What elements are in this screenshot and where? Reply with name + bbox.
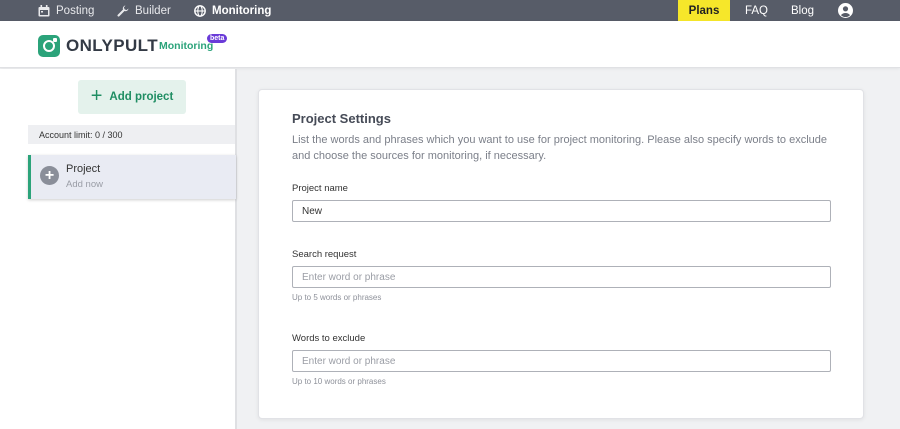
- nav-faq[interactable]: FAQ: [745, 0, 768, 21]
- page-title: Project Settings: [292, 111, 391, 126]
- add-project-button[interactable]: + Add project: [78, 80, 186, 114]
- camera-logo-icon: [38, 35, 60, 57]
- project-sidebar: + Add project Account limit: 0 / 300 + P…: [0, 69, 237, 429]
- user-account-icon[interactable]: [838, 3, 853, 18]
- words-to-exclude-input[interactable]: [292, 350, 831, 372]
- nav-posting[interactable]: Posting: [38, 0, 94, 21]
- plus-icon: +: [90, 85, 103, 107]
- project-settings-card: Project Settings List the words and phra…: [258, 89, 864, 419]
- words-to-exclude-hint: Up to 10 words or phrases: [292, 377, 386, 386]
- project-item-subtitle: Add now: [66, 179, 103, 190]
- calendar-icon: [38, 4, 50, 16]
- nav-builder[interactable]: Builder: [117, 0, 171, 21]
- globe-icon: [194, 4, 206, 17]
- app-header: ONLYPULT Monitoring beta: [0, 21, 900, 68]
- add-circle-icon: +: [40, 166, 59, 185]
- nav-blog[interactable]: Blog: [791, 0, 814, 21]
- onlypult-logo[interactable]: ONLYPULT: [38, 35, 158, 57]
- nav-builder-label: Builder: [135, 4, 171, 17]
- top-nav-bar: Posting Builder Monitoring Plans FAQ Blo…: [0, 0, 900, 21]
- project-name-input[interactable]: [292, 200, 831, 222]
- beta-badge: beta: [207, 34, 228, 43]
- project-item-title: Project: [66, 163, 101, 175]
- search-request-hint: Up to 5 words or phrases: [292, 293, 382, 302]
- account-limit: Account limit: 0 / 300: [28, 125, 235, 144]
- project-name-label: Project name: [292, 183, 348, 194]
- search-request-input[interactable]: [292, 266, 831, 288]
- project-list-item[interactable]: + Project Add now: [28, 155, 236, 199]
- words-to-exclude-label: Words to exclude: [292, 333, 366, 344]
- logo-text: ONLYPULT: [66, 36, 158, 55]
- nav-monitoring-label: Monitoring: [212, 4, 272, 17]
- nav-posting-label: Posting: [56, 4, 95, 17]
- search-request-label: Search request: [292, 249, 357, 260]
- wrench-icon: [117, 5, 129, 17]
- add-project-label: Add project: [109, 91, 174, 103]
- logo-product-name: Monitoring: [159, 40, 214, 52]
- nav-monitoring[interactable]: Monitoring: [194, 0, 271, 21]
- settings-description: List the words and phrases which you wan…: [292, 134, 827, 162]
- nav-plans[interactable]: Plans: [678, 0, 730, 21]
